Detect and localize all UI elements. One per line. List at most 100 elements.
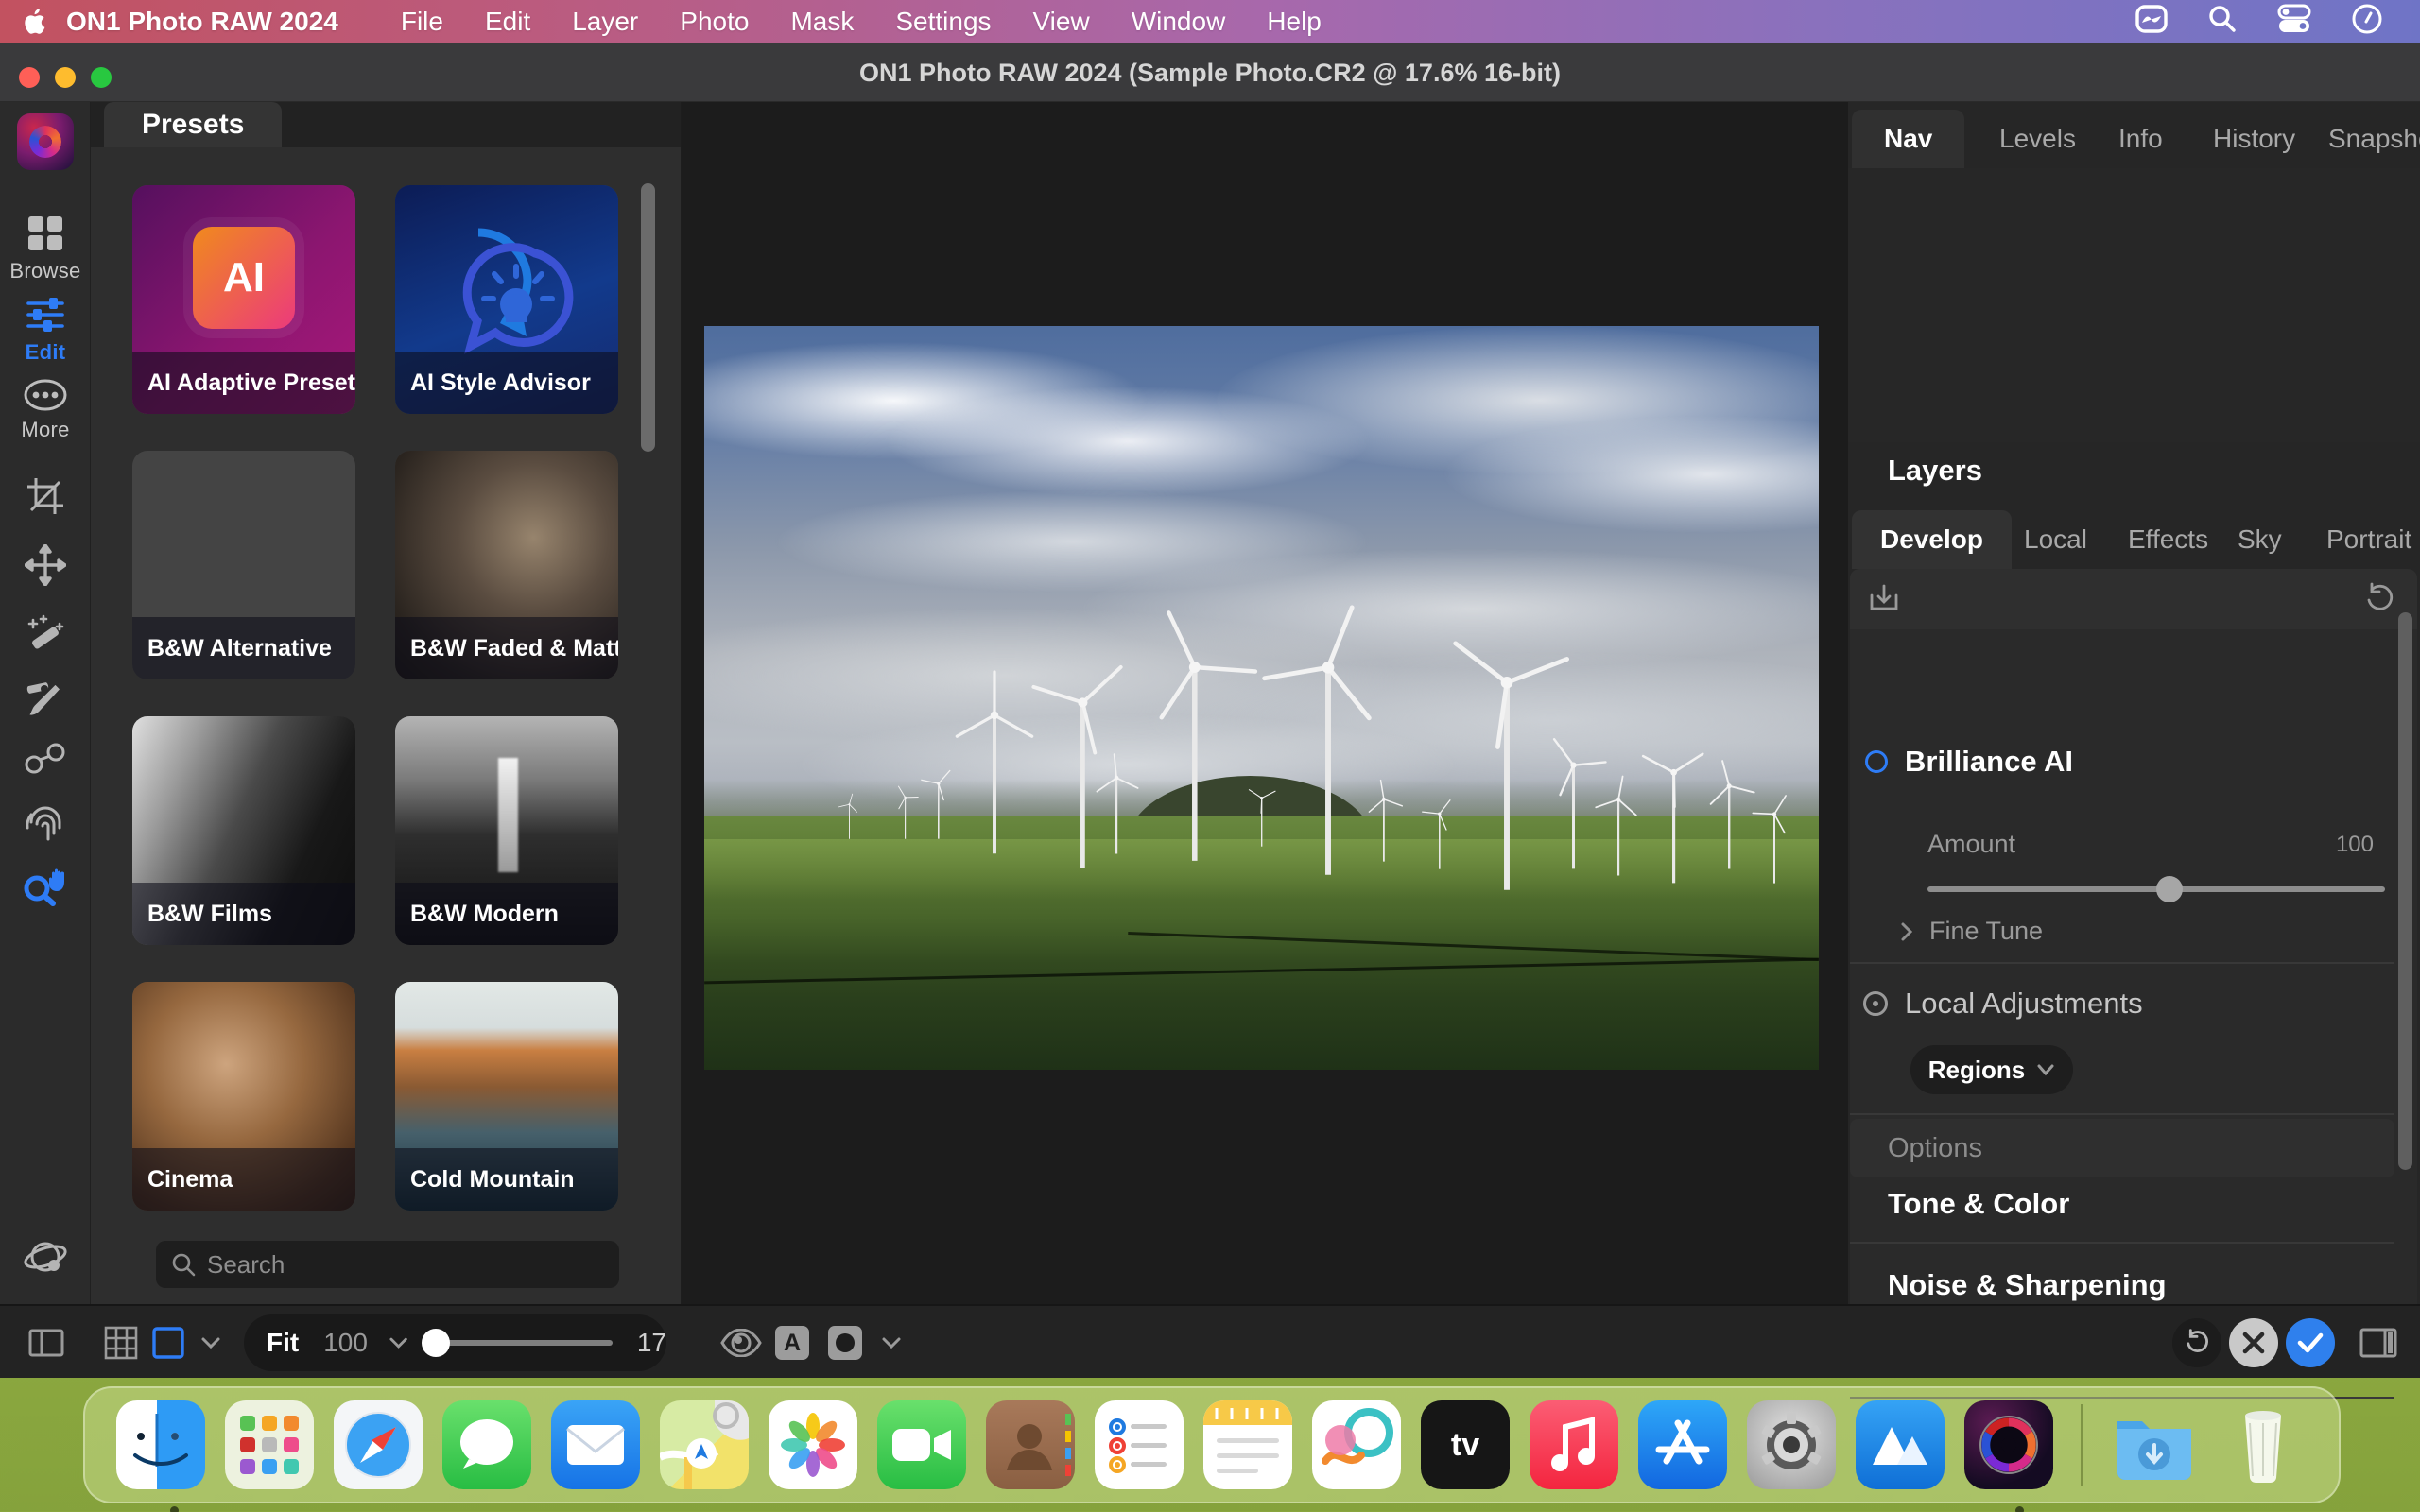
- sidebar-item-browse[interactable]: Browse: [0, 214, 91, 284]
- dock-item-mail[interactable]: [551, 1400, 640, 1489]
- zoom-chevron-icon[interactable]: [389, 1336, 408, 1349]
- mask-brush-tool-icon[interactable]: [0, 680, 91, 720]
- dock-item-mountain-app[interactable]: [1856, 1400, 1945, 1489]
- dock-item-facetime[interactable]: [877, 1400, 966, 1489]
- dock-item-apple-tv[interactable]: tv: [1421, 1400, 1510, 1489]
- amount-slider[interactable]: [1927, 886, 2385, 892]
- preset-ai-style-advisor[interactable]: AI Style Advisor: [395, 185, 618, 414]
- tab-develop[interactable]: Develop: [1852, 510, 2012, 569]
- preset-ai-adaptive[interactable]: AI AI Adaptive Presets: [132, 185, 355, 414]
- noise-sharpening-header[interactable]: Noise & Sharpening: [1888, 1268, 2167, 1302]
- menu-file[interactable]: File: [401, 7, 443, 37]
- amount-value[interactable]: 100: [2336, 832, 2374, 858]
- grid-view-icon[interactable]: [104, 1306, 138, 1380]
- dock-item-downloads-folder[interactable]: [2110, 1400, 2199, 1489]
- fine-tune-disclosure[interactable]: Fine Tune: [1899, 917, 2043, 946]
- undo-icon[interactable]: [2172, 1318, 2221, 1367]
- single-view-icon[interactable]: [151, 1306, 185, 1380]
- apply-icon[interactable]: [2286, 1318, 2335, 1367]
- dock-item-freeform[interactable]: [1312, 1400, 1401, 1489]
- search-input[interactable]: [207, 1250, 585, 1280]
- menu-window[interactable]: Window: [1132, 7, 1226, 37]
- preset-search[interactable]: [156, 1241, 619, 1288]
- preview-eye-icon[interactable]: [720, 1306, 762, 1380]
- control-center-icon[interactable]: [2276, 3, 2312, 42]
- tab-levels[interactable]: Levels: [1999, 110, 2076, 168]
- amount-slider-thumb[interactable]: [2156, 876, 2183, 902]
- clock-icon[interactable]: [2350, 2, 2384, 43]
- mask-options-chevron-icon[interactable]: [881, 1306, 902, 1380]
- menu-settings[interactable]: Settings: [895, 7, 991, 37]
- shape-tool-icon[interactable]: [2135, 2, 2169, 43]
- preset-bw-faded-matte[interactable]: B&W Faded & Matte: [395, 451, 618, 679]
- menu-edit[interactable]: Edit: [485, 7, 530, 37]
- healing-tool-icon[interactable]: [0, 743, 91, 775]
- sidebar-item-edit[interactable]: Edit: [0, 295, 91, 365]
- tab-snapshots[interactable]: Snapshots: [2328, 110, 2420, 168]
- tab-portrait[interactable]: Portrait: [2326, 510, 2411, 569]
- menu-help[interactable]: Help: [1267, 7, 1322, 37]
- brilliance-toggle-icon[interactable]: [1865, 750, 1888, 773]
- dock-item-safari[interactable]: [334, 1400, 423, 1489]
- ai-wand-tool-icon[interactable]: [0, 612, 91, 656]
- tab-info[interactable]: Info: [2118, 110, 2163, 168]
- menu-layer[interactable]: Layer: [572, 7, 638, 37]
- sphere-tool-icon[interactable]: [0, 1236, 91, 1278]
- tab-history[interactable]: History: [2213, 110, 2295, 168]
- spotlight-search-icon[interactable]: [2206, 3, 2238, 42]
- dock-item-music[interactable]: [1530, 1400, 1618, 1489]
- zoom-slider-thumb[interactable]: [422, 1329, 450, 1357]
- dock-item-messages[interactable]: [442, 1400, 531, 1489]
- local-adjustments-header[interactable]: Local Adjustments: [1863, 987, 2143, 1021]
- sidebar-item-more[interactable]: More: [0, 378, 91, 442]
- zoom-pan-tool-icon[interactable]: [0, 864, 91, 907]
- compare-a-icon[interactable]: A: [775, 1306, 809, 1380]
- crop-tool-icon[interactable]: [0, 476, 91, 516]
- develop-scrollbar[interactable]: [2398, 612, 2412, 1170]
- zoom-slider[interactable]: [425, 1340, 613, 1346]
- preset-bw-alternative[interactable]: B&W Alternative: [132, 451, 355, 679]
- layers-header[interactable]: Layers: [1888, 454, 1982, 488]
- apple-menu-icon[interactable]: [0, 8, 66, 36]
- dock-item-app-store[interactable]: [1638, 1400, 1727, 1489]
- tab-nav[interactable]: Nav: [1852, 110, 1964, 168]
- cancel-icon[interactable]: [2229, 1318, 2278, 1367]
- dock-item-maps[interactable]: [660, 1400, 749, 1489]
- tab-local[interactable]: Local: [2024, 510, 2087, 569]
- tab-presets[interactable]: Presets: [104, 102, 282, 147]
- dock-item-finder[interactable]: [116, 1400, 205, 1489]
- preset-cold-mountain[interactable]: Cold Mountain: [395, 982, 618, 1211]
- dock-item-reminders[interactable]: [1095, 1400, 1184, 1489]
- menu-photo[interactable]: Photo: [680, 7, 749, 37]
- dock-item-notes[interactable]: [1203, 1400, 1292, 1489]
- brilliance-ai-header[interactable]: Brilliance AI: [1865, 745, 2073, 779]
- dock-item-on1-photo-raw[interactable]: [1964, 1400, 2053, 1489]
- menu-mask[interactable]: Mask: [790, 7, 854, 37]
- dock-item-system-settings[interactable]: [1747, 1400, 1836, 1489]
- dock-item-photos[interactable]: [769, 1400, 857, 1489]
- zoom-percent-value[interactable]: 100: [323, 1328, 368, 1358]
- preset-bw-modern[interactable]: B&W Modern: [395, 716, 618, 945]
- panel-toggle-icon[interactable]: [2360, 1306, 2397, 1380]
- reset-develop-icon[interactable]: [2362, 582, 2396, 621]
- presets-scrollbar[interactable]: [641, 183, 655, 452]
- regions-dropdown[interactable]: Regions: [1910, 1045, 2073, 1094]
- photo-canvas[interactable]: [682, 102, 1848, 1304]
- view-options-chevron-icon[interactable]: [200, 1306, 221, 1380]
- tab-sky[interactable]: Sky: [2238, 510, 2282, 569]
- menu-app-name[interactable]: ON1 Photo RAW 2024: [66, 7, 338, 37]
- tone-color-header[interactable]: Tone & Color: [1888, 1187, 2069, 1221]
- move-tool-icon[interactable]: [0, 544, 91, 586]
- refine-tool-icon[interactable]: [0, 803, 91, 845]
- preset-cinema[interactable]: Cinema: [132, 982, 355, 1211]
- split-view-icon[interactable]: [28, 1306, 64, 1380]
- preset-bw-films[interactable]: B&W Films: [132, 716, 355, 945]
- dock-item-trash[interactable]: [2219, 1400, 2308, 1489]
- fit-button[interactable]: Fit: [267, 1328, 299, 1358]
- mask-view-icon[interactable]: [828, 1306, 862, 1380]
- dock-item-launchpad[interactable]: [225, 1400, 314, 1489]
- tab-effects[interactable]: Effects: [2128, 510, 2208, 569]
- dock-item-contacts[interactable]: [986, 1400, 1075, 1489]
- save-preset-icon[interactable]: [1867, 582, 1901, 621]
- menu-view[interactable]: View: [1033, 7, 1090, 37]
